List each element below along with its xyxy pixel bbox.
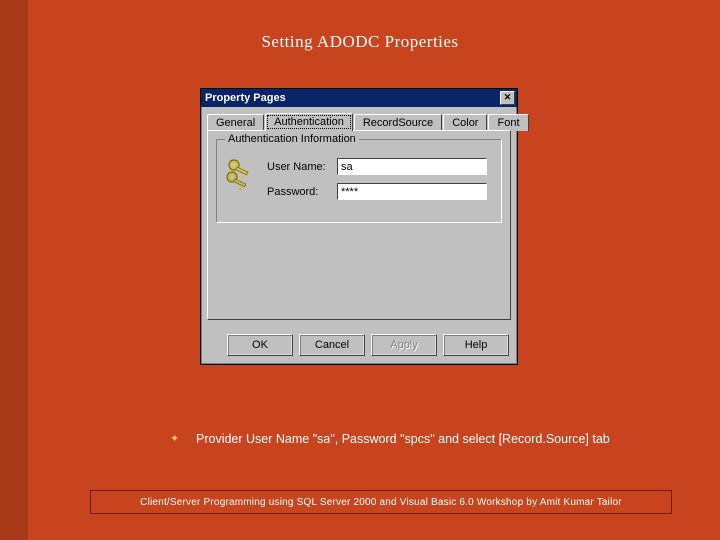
password-input[interactable] [337,183,487,200]
footer-text: Client/Server Programming using SQL Serv… [140,497,622,508]
username-label: User Name: [267,161,337,173]
slide-title: Setting ADODC Properties [0,32,720,52]
tab-color[interactable]: Color [443,114,487,131]
cancel-button[interactable]: Cancel [299,334,365,356]
keys-icon [225,154,253,194]
close-button[interactable]: ✕ [500,91,515,105]
ok-button[interactable]: OK [227,334,293,356]
username-input[interactable] [337,158,487,175]
property-pages-dialog: Property Pages ✕ General Authentication … [200,88,518,365]
slide-left-accent [0,0,28,540]
password-row: Password: [267,183,491,200]
tab-font[interactable]: Font [488,114,528,131]
slide-bullet: ✦ Provider User Name "sa", Password "spc… [170,432,610,446]
dialog-button-row: OK Cancel Apply Help [201,328,517,364]
tab-general[interactable]: General [207,114,264,131]
tab-area: General Authentication RecordSource Colo… [201,107,517,328]
bullet-icon: ✦ [170,433,182,445]
tab-recordsource[interactable]: RecordSource [354,114,442,131]
password-label: Password: [267,186,337,198]
dialog-titlebar: Property Pages ✕ [201,89,517,107]
bullet-text: Provider User Name "sa", Password "spcs"… [196,432,610,446]
auth-groupbox: Authentication Information [216,139,502,223]
tab-panel-authentication: Authentication Information [207,130,511,320]
username-row: User Name: [267,158,491,175]
help-button[interactable]: Help [443,334,509,356]
apply-button[interactable]: Apply [371,334,437,356]
auth-fields: User Name: Password: [267,158,491,200]
groupbox-legend: Authentication Information [225,133,359,145]
tab-strip: General Authentication RecordSource Colo… [207,114,511,131]
slide-footer: Client/Server Programming using SQL Serv… [90,490,672,514]
dialog-title-text: Property Pages [205,92,286,104]
tab-authentication[interactable]: Authentication [265,113,353,131]
